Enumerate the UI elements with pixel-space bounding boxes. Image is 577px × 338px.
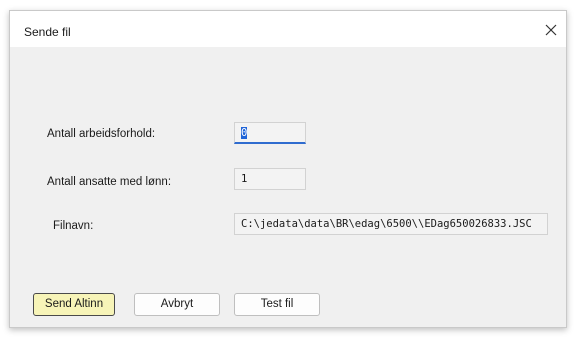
antall-ansatte-label: Antall ansatte med lønn:: [47, 176, 172, 188]
send-file-dialog: Sende fil Antall arbeidsforhold: 0 Antal…: [9, 10, 567, 328]
close-icon: [545, 24, 557, 36]
filnavn-input[interactable]: C:\jedata\data\BR\edag\6500\\EDag6500268…: [234, 213, 548, 235]
antall-ansatte-input[interactable]: 1: [234, 168, 306, 190]
antall-arbeidsforhold-label: Antall arbeidsforhold:: [47, 128, 156, 140]
title-bar: Sende fil: [10, 11, 566, 47]
antall-arbeidsforhold-input[interactable]: 0: [234, 122, 306, 144]
filnavn-value: C:\jedata\data\BR\edag\6500\\EDag6500268…: [241, 218, 532, 230]
antall-ansatte-value: 1: [241, 173, 248, 185]
dialog-title: Sende fil: [24, 25, 71, 39]
filnavn-label: Filnavn:: [53, 220, 94, 232]
send-altinn-button[interactable]: Send Altinn: [33, 293, 115, 316]
antall-arbeidsforhold-value: 0: [241, 127, 248, 139]
close-button[interactable]: [540, 19, 562, 41]
test-fil-button[interactable]: Test fil: [234, 293, 320, 316]
avbryt-button[interactable]: Avbryt: [134, 293, 220, 316]
